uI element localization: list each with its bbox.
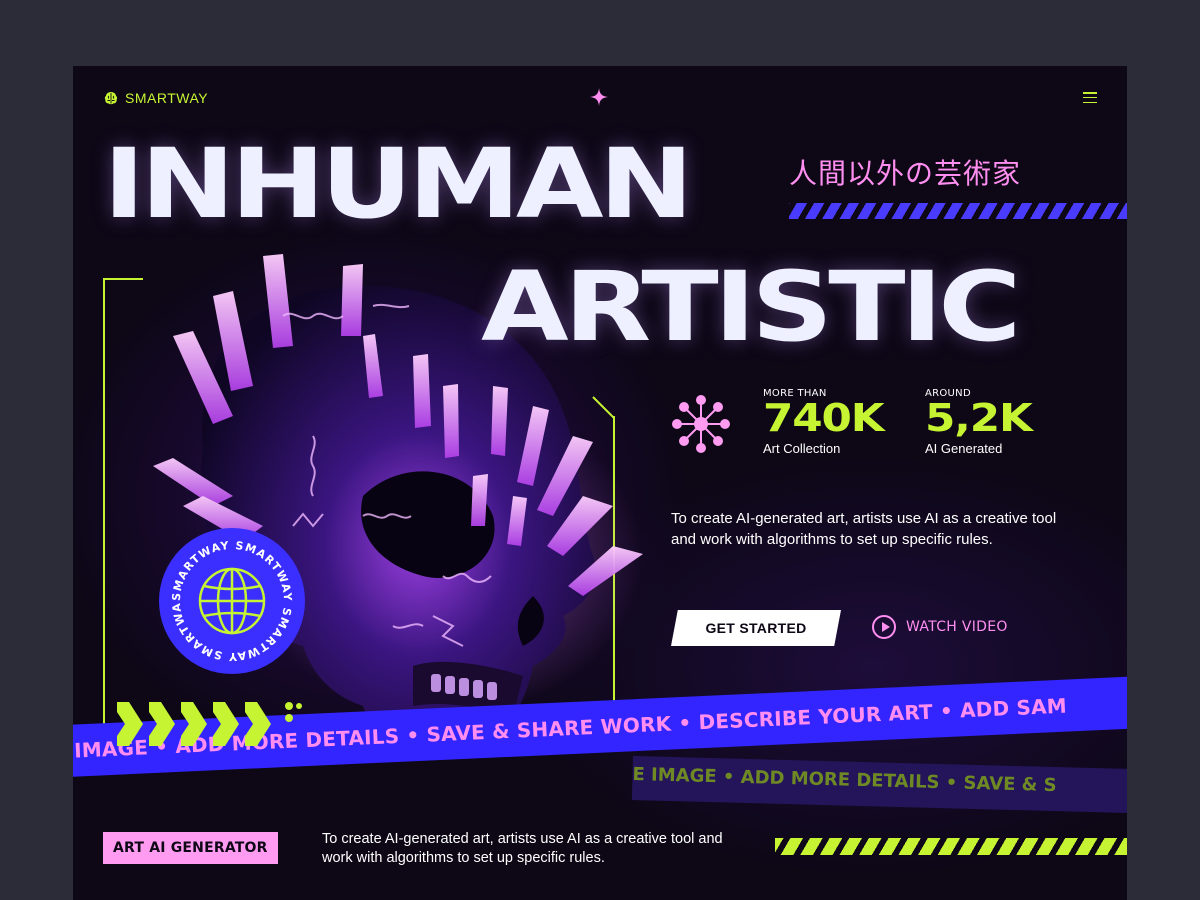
japanese-subtitle: 人間以外の芸術家 <box>789 157 1022 190</box>
sparkle-icon <box>590 88 608 106</box>
marquee-ribbon-back: E IMAGE • ADD MORE DETAILS • SAVE & S <box>631 756 1127 817</box>
frame-line-left <box>103 278 105 748</box>
stat-value: 740K <box>763 396 885 440</box>
brain-icon <box>104 92 118 105</box>
chevron-arrows-decoration <box>117 702 302 746</box>
footer-description: To create AI-generated art, artists use … <box>322 831 723 866</box>
globe-icon <box>198 567 266 635</box>
stat-ai-generated: AROUND 5,2K AI Generated <box>925 388 1033 456</box>
watch-video-link[interactable]: WATCH VIDEO <box>872 615 1008 639</box>
network-nodes-icon <box>672 395 730 453</box>
decorative-hatch-top <box>789 203 1127 219</box>
landing-page: SMARTWAY INHUMAN 人間以外の芸術家 ARTISTIC SMART… <box>73 66 1127 900</box>
hero-title-line2: ARTISTIC <box>481 251 1021 363</box>
stat-label: AI Generated <box>925 440 1003 456</box>
brand-logo[interactable]: SMARTWAY <box>103 90 208 106</box>
brand-name: SMARTWAY <box>125 90 209 106</box>
art-ai-generator-tag[interactable]: ART AI GENERATOR <box>103 832 278 864</box>
badge-ring-text: SMARTWAY SMARTWAY SMARTWAY SMARTWAY <box>153 518 294 663</box>
hamburger-menu-icon[interactable] <box>1083 92 1097 103</box>
stat-art-collection: MORE THAN 740K Art Collection <box>763 388 885 456</box>
stat-value: 5,2K <box>925 396 1033 440</box>
watch-video-label: WATCH VIDEO <box>906 619 1008 635</box>
stat-label: Art Collection <box>763 440 841 456</box>
decorative-hatch-bottom <box>775 838 1127 855</box>
play-icon <box>872 615 896 639</box>
svg-text:SMARTWAY SMARTWAY SMARTWAY SMA: SMARTWAY SMARTWAY SMARTWAY SMARTWAY <box>159 528 294 663</box>
get-started-button[interactable]: GET STARTED <box>671 610 841 646</box>
smartway-globe-badge[interactable]: SMARTWAY SMARTWAY SMARTWAY SMARTWAY <box>153 518 305 674</box>
hero-description: To create AI-generated art, artists use … <box>671 510 1057 548</box>
